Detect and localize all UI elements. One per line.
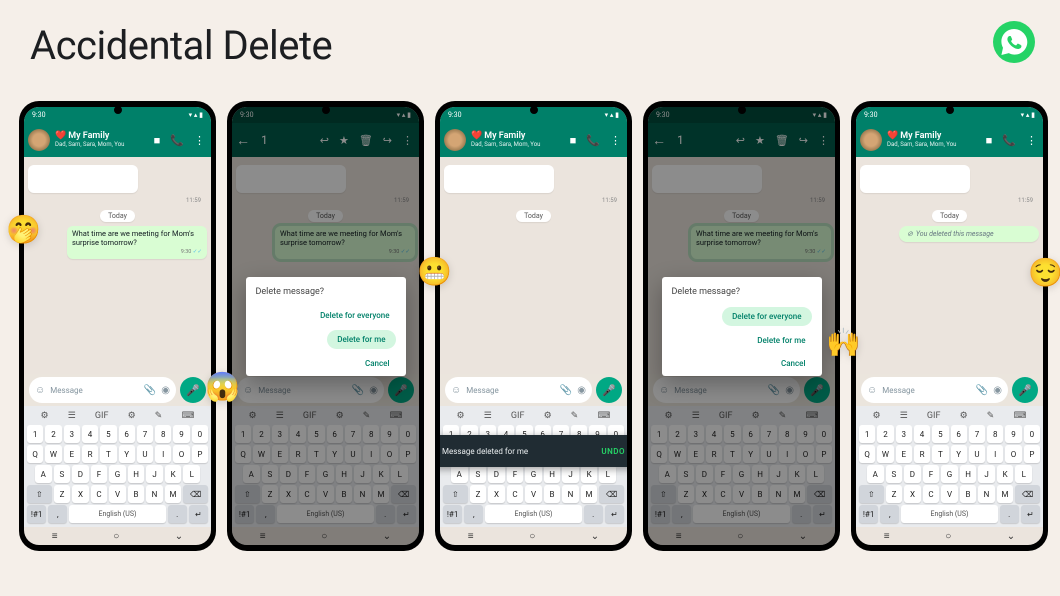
nav-home-icon[interactable]: ○ [113,531,119,542]
double-check-icon: ✓✓ [193,249,202,255]
delete-for-everyone-button[interactable]: Delete for everyone [722,307,811,326]
camera-icon[interactable]: ◉ [161,385,170,396]
chat-appbar: ❤️My Family Dad, Sam, Sara, Mom, You ■ 📞… [24,123,211,157]
outgoing-message[interactable]: What time are we meeting for Mom's surpr… [67,226,207,259]
chat-body: 11:59 Today What time are we meeting for… [24,157,211,374]
mic-button[interactable]: 🎤 [180,377,206,403]
date-pill: Today [100,210,135,222]
cancel-button[interactable]: Cancel [359,355,396,372]
input-placeholder: Message [50,386,139,395]
keyboard-toolbar: ⚙☰GIF⚙✎⌨ [27,409,208,423]
undo-button[interactable]: UNDO [601,447,625,456]
more-icon[interactable]: ⋮ [194,134,205,147]
avatar[interactable] [444,129,466,151]
chat-appbar: ❤️My Family Dad, Sam, Sara, Mom, You ■📞⋮ [856,123,1043,157]
camera-notch [530,106,538,114]
message-input[interactable]: ☺ Message 📎 ◉ [29,377,176,403]
avatar[interactable] [28,129,50,151]
float-emoji-scream: 😱 [205,370,240,403]
cancel-button[interactable]: Cancel [775,355,812,372]
message-composer: ☺ Message 📎 ◉ 🎤 [24,374,211,406]
undo-snackbar: Message deleted for me UNDO [440,435,627,467]
chat-appbar: ❤️My Family Dad, Sam, Sara, Mom, You ■📞⋮ [440,123,627,157]
phone-frame-4: 9:30 ▾ ▴ ▮ ← 1 ↩★🗑↪⋮ 11:59 Today What ti… [643,101,840,551]
message-input[interactable]: ☺Message📎◉ [445,377,592,403]
camera-notch [322,106,330,114]
phone-frame-3: 9:30 ▾ ▴ ▮ ❤️My Family Dad, Sam, Sara, M… [435,101,632,551]
enter-key[interactable]: ↵ [189,505,208,523]
float-emoji-grimace: 😬 [417,255,452,288]
shift-key[interactable]: ⇧ [27,485,52,503]
dialog-scrim[interactable]: Delete message? Delete for everyone Dele… [232,107,419,545]
chat-subtitle: Dad, Sam, Sara, Mom, You [55,142,149,149]
delete-for-me-button[interactable]: Delete for me [751,332,811,349]
phone-frame-2: 9:30 ▾ ▴ ▮ ← 1 ↩ ★ 🗑 ↪ ⋮ 11:59 Today [227,101,424,551]
delete-dialog: Delete message? Delete for everyone Dele… [246,277,406,376]
keyboard[interactable]: ⚙☰GIF⚙✎⌨ 1234567890 QWERTYUIOP ASDFGHJKL… [856,406,1043,527]
emoji-icon[interactable]: ☺ [35,385,45,396]
camera-notch [946,106,954,114]
dialog-title: Delete message? [256,287,396,297]
attach-icon[interactable]: 📎 [144,385,156,396]
video-call-icon[interactable]: ■ [986,134,993,147]
deleted-message-text: You deleted this message [916,230,994,238]
video-call-icon[interactable]: ■ [154,134,161,147]
backspace-key[interactable]: ⌫ [183,485,208,503]
avatar[interactable] [860,129,882,151]
phone-row: 9:30 ▾ ▴ ▮ ❤️My Family Dad, Sam, Sara, M… [19,101,1048,551]
voice-call-icon[interactable]: 📞 [170,134,184,147]
more-icon[interactable]: ⋮ [610,134,621,147]
camera-notch [738,106,746,114]
page-title: Accidental Delete [30,22,332,69]
incoming-message-placeholder [28,165,138,193]
delete-dialog: Delete message? Delete for everyone Dele… [662,277,822,376]
delete-for-everyone-button[interactable]: Delete for everyone [314,307,395,324]
float-emoji-raised-hands: 🙌 [826,326,861,359]
deleted-message: ⊘ You deleted this message [899,226,1039,242]
status-time: 9:30 [32,111,46,119]
float-emoji-thinking: 🤭 [6,213,41,246]
keyboard[interactable]: ⚙☰GIF⚙✎⌨ 1234567890 QWERTYUIOP ASDFGHJKL… [24,406,211,527]
mic-button[interactable]: 🎤 [1012,377,1038,403]
blocked-icon: ⊘ [907,230,913,238]
snackbar-text: Message deleted for me [442,447,528,456]
phone-frame-5: 9:30 ▾ ▴ ▮ ❤️My Family Dad, Sam, Sara, M… [851,101,1048,551]
message-input[interactable]: ☺Message📎◉ [861,377,1008,403]
message-composer: ☺Message📎◉ 🎤 [856,374,1043,406]
voice-call-icon[interactable]: 📞 [586,134,600,147]
mic-button[interactable]: 🎤 [596,377,622,403]
whatsapp-logo-icon [992,20,1036,64]
dialog-scrim[interactable]: Delete message? Delete for everyone Dele… [648,107,835,545]
delete-for-me-button[interactable]: Delete for me [327,330,395,349]
phone-frame-1: 9:30 ▾ ▴ ▮ ❤️My Family Dad, Sam, Sara, M… [19,101,216,551]
android-navbar: ≡ ○ ⌄ [24,527,211,545]
message-composer: ☺Message📎◉ 🎤 [440,374,627,406]
symbols-key[interactable]: !#1 [27,505,46,523]
chat-body: 11:59 Today ⊘ You deleted this message [856,157,1043,374]
voice-call-icon[interactable]: 📞 [1002,134,1016,147]
chat-body: 11:59 Today [440,157,627,374]
spacebar[interactable]: English (US) [69,505,165,523]
nav-recents-icon[interactable]: ≡ [52,531,58,542]
message-time: 11:59 [28,197,207,204]
video-call-icon[interactable]: ■ [570,134,577,147]
message-text: What time are we meeting for Mom's surpr… [72,229,194,247]
nav-back-icon[interactable]: ⌄ [175,531,183,542]
camera-notch [114,106,122,114]
status-icons: ▾ ▴ ▮ [189,111,203,119]
more-icon[interactable]: ⋮ [1026,134,1037,147]
float-emoji-relieved: 😌 [1028,256,1060,289]
